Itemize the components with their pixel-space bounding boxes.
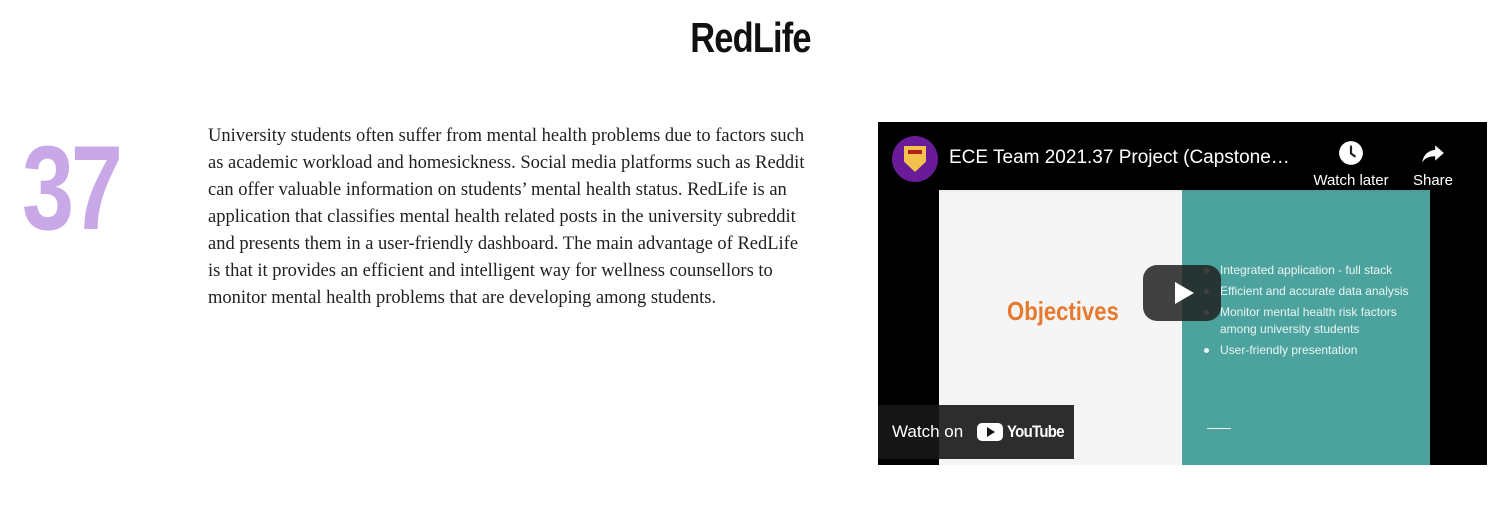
- university-crest-icon: [904, 146, 926, 172]
- slide-bullet: Integrated application - full stack: [1204, 262, 1419, 279]
- watch-later-button[interactable]: Watch later: [1296, 140, 1406, 189]
- slide-right-panel: Integrated application - full stack Effi…: [1182, 190, 1430, 465]
- share-button[interactable]: Share: [1403, 140, 1463, 189]
- slide-bullet: Monitor mental health risk factors among…: [1204, 304, 1419, 338]
- video-title[interactable]: ECE Team 2021.37 Project (Capstone Desig…: [949, 147, 1294, 169]
- share-label: Share: [1412, 172, 1454, 189]
- watch-later-label: Watch later: [1313, 172, 1389, 189]
- youtube-embed[interactable]: Objectives Integrated application - full…: [878, 122, 1487, 465]
- team-number: 37: [22, 121, 123, 255]
- slide-bullet: User-friendly presentation: [1204, 342, 1419, 359]
- watch-on-label: Watch on: [892, 422, 964, 441]
- watch-on-youtube-button[interactable]: Watch on YouTube: [878, 405, 1074, 459]
- youtube-logo: YouTube: [977, 422, 1072, 442]
- video-topbar: ECE Team 2021.37 Project (Capstone Desig…: [878, 122, 1487, 194]
- clock-icon: [1339, 141, 1363, 165]
- project-description: University students often suffer from me…: [208, 126, 805, 308]
- slide-bullet: Efficient and accurate data analysis: [1204, 283, 1419, 300]
- play-icon: [1174, 282, 1194, 304]
- youtube-logo-text: YouTube: [1007, 422, 1065, 441]
- slide-bullet-list: Integrated application - full stack Effi…: [1204, 262, 1419, 363]
- play-button[interactable]: [1143, 265, 1221, 321]
- slide-divider: [1207, 428, 1231, 429]
- youtube-logo-icon: [977, 423, 1004, 441]
- share-arrow-icon: [1422, 145, 1444, 163]
- channel-avatar[interactable]: [892, 136, 938, 182]
- project-title: RedLife: [690, 14, 811, 61]
- slide-heading: Objectives: [1007, 296, 1119, 326]
